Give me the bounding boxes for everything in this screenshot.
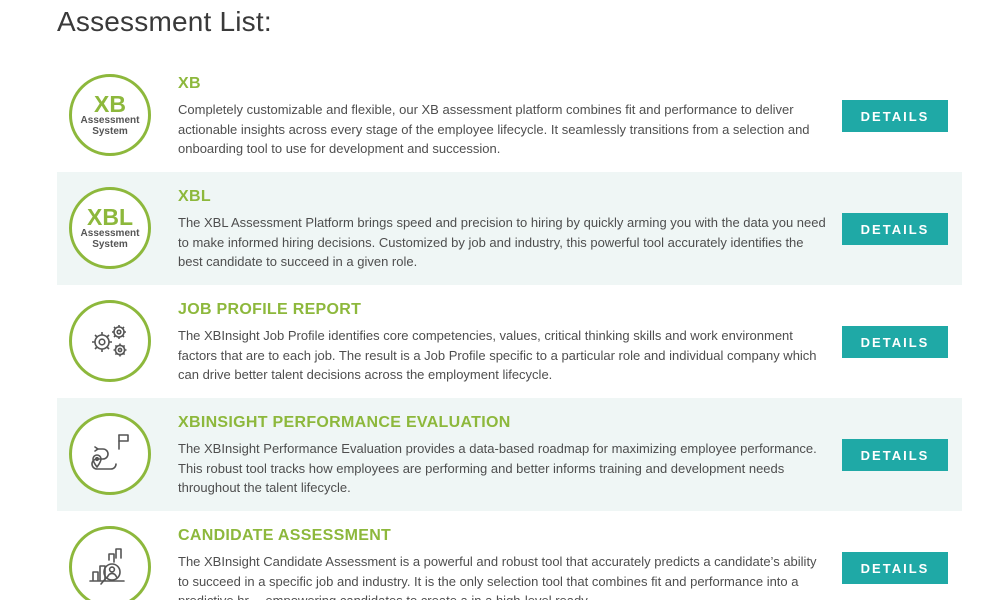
page-title: Assessment List: (57, 6, 272, 37)
candidate-search-icon (69, 526, 151, 600)
assessment-description: The XBInsight Job Profile identifies cor… (178, 328, 817, 382)
logo-main-text: XB (94, 91, 126, 117)
assessment-title: XB (178, 75, 201, 92)
xbl-logo-icon: XBL Assessment System (69, 187, 151, 269)
assessment-title: JOB PROFILE REPORT (178, 301, 362, 318)
assessment-row-candidate: CANDIDATE ASSESSMENT The XBInsight Candi… (57, 511, 962, 600)
logo-sub-text: Assessment System (80, 228, 140, 250)
details-button-xb[interactable]: DETAILS (842, 100, 948, 132)
assessment-title: XBL (178, 188, 211, 205)
assessment-description: The XBL Assessment Platform brings speed… (178, 215, 826, 269)
details-button-performance-evaluation[interactable]: DETAILS (842, 439, 948, 471)
assessment-title: XBINSIGHT PERFORMANCE EVALUATION (178, 414, 511, 431)
roadmap-icon (69, 413, 151, 495)
assessment-description: Completely customizable and flexible, ou… (178, 102, 810, 156)
details-button-job-profile[interactable]: DETAILS (842, 326, 948, 358)
details-button-candidate[interactable]: DETAILS (842, 552, 948, 584)
assessment-description: The XBInsight Candidate Assessment is a … (178, 554, 817, 600)
xb-logo-icon: XB Assessment System (69, 74, 151, 156)
assessment-list-page: Assessment List: XB Assessment System XB… (0, 0, 1000, 600)
logo-sub-text: Assessment System (80, 115, 140, 137)
assessment-row-xb: XB Assessment System XB Completely custo… (57, 59, 962, 172)
details-button-xbl[interactable]: DETAILS (842, 213, 948, 245)
logo-main-text: XBL (87, 204, 133, 230)
assessment-row-xbl: XBL Assessment System XBL The XBL Assess… (57, 172, 962, 285)
assessment-description: The XBInsight Performance Evaluation pro… (178, 441, 817, 495)
assessment-title: CANDIDATE ASSESSMENT (178, 527, 392, 544)
assessment-row-performance-evaluation: XBINSIGHT PERFORMANCE EVALUATION The XBI… (57, 398, 962, 511)
assessment-row-job-profile: JOB PROFILE REPORT The XBInsight Job Pro… (57, 285, 962, 398)
assessment-list: XB Assessment System XB Completely custo… (57, 59, 962, 600)
gears-icon (69, 300, 151, 382)
